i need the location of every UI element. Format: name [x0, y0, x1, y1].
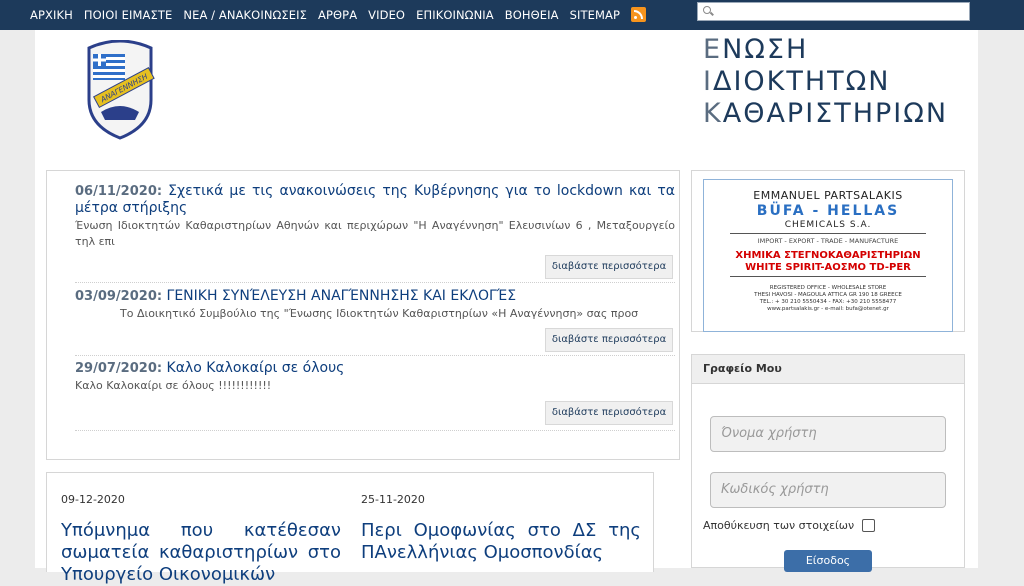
news-item: 03/09/2020: ΓΕΝΙΚΗ ΣΥΝΈΛΕΥΣΗ ΑΝΑΓΈΝΝΗΣΗΣ…	[75, 288, 675, 322]
greek-flag-icon	[93, 54, 125, 80]
remember-me: Αποθύκευση των στοιχείων	[703, 519, 876, 532]
ad-divider	[730, 233, 926, 234]
rss-icon[interactable]	[631, 7, 647, 22]
ad-product: ΧΗΜΙΚΑ ΣΤΕΓΝΟΚΑΘΑΡΙΣΤΗΡΙΩΝ	[735, 250, 921, 261]
featured-articles: 09-12-2020 Υπόμνημα που κατέθεσαν σωματε…	[46, 472, 654, 585]
news-title[interactable]: ΓΕΝΙΚΗ ΣΥΝΈΛΕΥΣΗ ΑΝΑΓΈΝΝΗΣΗΣ ΚΑΙ ΕΚΛΟΓΈΣ	[167, 288, 517, 304]
ad-activity: IMPORT - EXPORT - TRADE - MANUFACTURE	[757, 237, 899, 245]
nav-articles[interactable]: ΑΡΘΡΑ	[318, 8, 357, 22]
password-field[interactable]: Κωδικός χρήστη	[710, 472, 946, 508]
divider	[75, 355, 675, 356]
top-navigation-bar: ΑΡΧΙΚΗ ΠΟΙΟΙ ΕΙΜΑΣΤΕ ΝΕΑ / ΑΝΑΚΟΙΝΩΣΕΙΣ …	[0, 0, 1024, 30]
remember-label: Αποθύκευση των στοιχείων	[703, 519, 855, 532]
news-date: 29/07/2020:	[75, 361, 163, 376]
ad-phone: TEL.: + 30 210 5550434 - FAX: +30 210 55…	[759, 299, 897, 305]
sponsor-box: EMMANUEL PARTSALAKIS BÜFA - HELLAS CHEMI…	[691, 170, 965, 332]
nav-home[interactable]: ΑΡΧΙΚΗ	[30, 8, 73, 22]
nav-contact[interactable]: ΕΠΙΚΟΙΝΩΝΙΑ	[416, 8, 494, 22]
news-list: 06/11/2020: Σχετικά με τις ανακοινώσεις …	[46, 170, 680, 460]
news-title[interactable]: Καλο Καλοκαίρι σε όλους	[167, 360, 345, 376]
news-date: 03/09/2020:	[75, 289, 163, 304]
title-line-2: ΙΔΙΟΚΤΗΤΩΝ	[703, 66, 891, 97]
read-more-button[interactable]: διαβάστε περισσότερα	[545, 255, 673, 279]
ad-product-2: WHITE SPIRIT-ΑΟΣΜΟ TD-PER	[745, 262, 911, 273]
nav-help[interactable]: ΒΟΗΘΕΙΑ	[505, 8, 559, 22]
news-item: 29/07/2020: Καλο Καλοκαίρι σε όλους Καλο…	[75, 360, 675, 394]
article-date: 25-11-2020	[361, 493, 425, 506]
news-date: 06/11/2020:	[75, 184, 163, 199]
news-title-link[interactable]: 29/07/2020: Καλο Καλοκαίρι σε όλους	[75, 360, 675, 377]
ad-address: THESI HAVOSI - MAGOULA ATTICA GR 190 18 …	[754, 292, 902, 298]
article-card: 25-11-2020 Περι Ομοφωνίας στο ΔΣ της ΠΑν…	[361, 493, 641, 564]
article-date: 09-12-2020	[61, 493, 125, 506]
ad-brand: BÜFA - HELLAS	[756, 203, 900, 219]
nav-about[interactable]: ΠΟΙΟΙ ΕΙΜΑΣΤΕ	[84, 8, 173, 22]
divider	[75, 282, 675, 283]
news-item: 06/11/2020: Σχετικά με τις ανακοινώσεις …	[75, 183, 675, 250]
login-button[interactable]: Είσοδος	[784, 550, 872, 572]
news-excerpt: Καλο Καλοκαίρι σε όλους !!!!!!!!!!!!	[75, 379, 272, 392]
search-icon	[703, 6, 711, 14]
article-title[interactable]: Περι Ομοφωνίας στο ΔΣ της ΠΑνελλήνιας Ομ…	[361, 520, 641, 564]
username-field[interactable]: Όνομα χρήστη	[710, 416, 946, 452]
ad-company: EMMANUEL PARTSALAKIS	[753, 189, 903, 202]
ad-office: REGISTERED OFFICE - WHOLESALE STORE	[769, 285, 887, 291]
news-title-link[interactable]: 06/11/2020: Σχετικά με τις ανακοινώσεις …	[75, 183, 675, 217]
login-heading: Γραφείο Μου	[692, 355, 964, 384]
site-title: ΕΝΩΣΗ ΙΔΙΟΚΤΗΤΩΝ ΚΑΘΑΡΙΣΤΗΡΙΩΝ	[703, 34, 948, 130]
login-panel: Γραφείο Μου Όνομα χρήστη Κωδικός χρήστη …	[691, 354, 965, 572]
article-card: 09-12-2020 Υπόμνημα που κατέθεσαν σωματε…	[61, 493, 341, 586]
news-excerpt: Ένωση Ιδιοκτητών Καθαριστηρίων Αθηνών κα…	[75, 219, 675, 248]
main-menu: ΑΡΧΙΚΗ ΠΟΙΟΙ ΕΙΜΑΣΤΕ ΝΕΑ / ΑΝΑΚΟΙΝΩΣΕΙΣ …	[30, 7, 647, 22]
ad-subtitle: CHEMICALS S.A.	[784, 220, 872, 230]
article-title[interactable]: Υπόμνημα που κατέθεσαν σωματεία καθαριστ…	[61, 520, 341, 586]
divider	[75, 430, 675, 431]
news-title-link[interactable]: 03/09/2020: ΓΕΝΙΚΗ ΣΥΝΈΛΕΥΣΗ ΑΝΑΓΈΝΝΗΣΗΣ…	[75, 288, 675, 305]
news-excerpt: Το Διοικητικό Συμβούλιο της "Ένωσης Ιδιο…	[120, 307, 639, 320]
ad-web: www.partsalakis.gr - e-mail: bufa@otenet…	[767, 306, 889, 312]
search-input[interactable]	[714, 3, 968, 21]
site-logo[interactable]: ΑΝΑΓΕΝΝΗΣΗ	[83, 40, 157, 140]
remember-checkbox[interactable]	[862, 519, 876, 532]
nav-video[interactable]: VIDEO	[368, 8, 405, 22]
ad-divider	[730, 276, 926, 277]
nav-sitemap[interactable]: SITEMAP	[570, 8, 620, 22]
sponsor-banner[interactable]: EMMANUEL PARTSALAKIS BÜFA - HELLAS CHEMI…	[703, 179, 953, 332]
title-line-1: ΕΝΩΣΗ	[703, 34, 809, 65]
nav-news[interactable]: ΝΕΑ / ΑΝΑΚΟΙΝΩΣΕΙΣ	[183, 8, 307, 22]
read-more-button[interactable]: διαβάστε περισσότερα	[545, 328, 673, 352]
title-line-3: ΚΑΘΑΡΙΣΤΗΡΙΩΝ	[703, 98, 949, 129]
search-box	[697, 2, 970, 21]
read-more-button[interactable]: διαβάστε περισσότερα	[545, 401, 673, 425]
news-title[interactable]: Σχετικά με τις ανακοινώσεις της Κυβέρνησ…	[75, 183, 675, 216]
